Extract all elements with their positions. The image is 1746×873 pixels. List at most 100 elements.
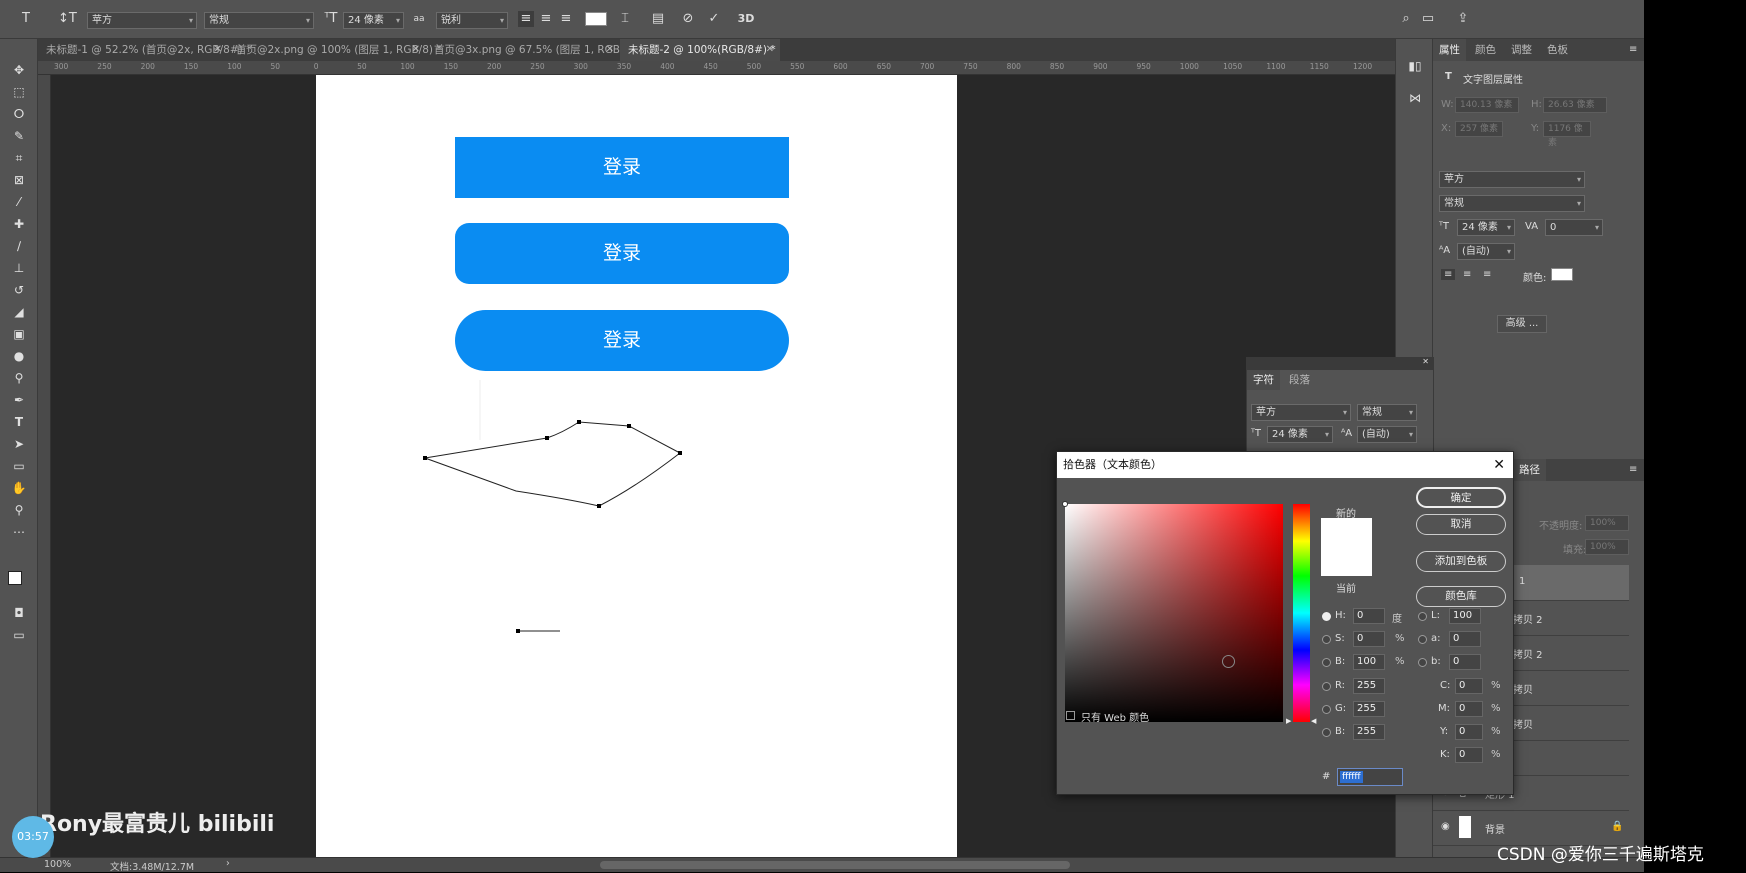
pen-tool-icon[interactable]: ✒ bbox=[9, 391, 29, 409]
close-icon[interactable]: ✕ bbox=[214, 39, 222, 61]
brush-tool-icon[interactable]: ∕ bbox=[9, 237, 29, 255]
l-input[interactable]: 100 bbox=[1449, 608, 1481, 624]
zoom-tool-icon[interactable]: ⚲ bbox=[9, 501, 29, 519]
screen-mode-icon[interactable]: ▭ bbox=[9, 626, 29, 644]
font-style-select[interactable]: 常规 ▾ bbox=[204, 12, 314, 29]
close-icon[interactable]: ✕ bbox=[1422, 357, 1429, 366]
tracking-select[interactable]: 0 ▾ bbox=[1545, 219, 1603, 236]
prop-color-swatch[interactable] bbox=[1551, 268, 1573, 281]
tab-color[interactable]: 颜色 bbox=[1469, 39, 1502, 61]
b-radio[interactable] bbox=[1322, 658, 1331, 667]
eye-icon[interactable]: ◉ bbox=[1441, 821, 1450, 832]
align-left-icon[interactable]: ≡ bbox=[518, 11, 534, 27]
align-center-icon[interactable]: ≡ bbox=[538, 11, 554, 27]
cancel-button[interactable]: 取消 bbox=[1416, 514, 1506, 535]
hue-slider-right-arrow[interactable]: ◀ bbox=[1311, 717, 1316, 725]
y-input[interactable]: 0 bbox=[1455, 724, 1483, 740]
web-only-checkbox[interactable] bbox=[1066, 711, 1075, 720]
lasso-tool-icon[interactable]: ⵔ bbox=[9, 105, 29, 123]
text-orientation-icon[interactable]: ↕T bbox=[58, 11, 77, 27]
prop-font-style-select[interactable]: 常规 ▾ bbox=[1439, 195, 1585, 212]
anchor-point[interactable] bbox=[627, 424, 631, 428]
search-icon[interactable]: ⌕ bbox=[1398, 11, 1414, 27]
path-select-tool-icon[interactable]: ➤ bbox=[9, 435, 29, 453]
anchor-point[interactable] bbox=[545, 436, 549, 440]
tab-doc-3[interactable]: 首页@3x.png @ 67.5% (图层 1, RGB/8) ✕ bbox=[426, 39, 634, 61]
x-field[interactable]: 257 像素 bbox=[1455, 121, 1503, 137]
hex-input[interactable]: ffffff bbox=[1337, 768, 1403, 786]
anchor-point[interactable] bbox=[516, 629, 520, 633]
antialias-select[interactable]: 锐利 ▾ bbox=[436, 12, 508, 29]
tab-doc-4[interactable]: 未标题-2 @ 100%(RGB/8#) * ✕ bbox=[620, 39, 780, 61]
chevron-right-icon[interactable]: › bbox=[226, 858, 230, 869]
rectangle-tool-icon[interactable]: ▭ bbox=[9, 457, 29, 475]
m-input[interactable]: 0 bbox=[1455, 701, 1483, 717]
eyedropper-tool-icon[interactable]: ⁄ bbox=[9, 193, 29, 211]
char-panel-icon[interactable]: ▤ bbox=[650, 11, 666, 27]
text-tool-icon[interactable]: T bbox=[18, 11, 34, 27]
history-panel-icon[interactable]: ▮▯ bbox=[1405, 57, 1425, 75]
l-radio[interactable] bbox=[1418, 612, 1427, 621]
char-font-family-select[interactable]: 苹方 ▾ bbox=[1251, 404, 1351, 421]
y-field[interactable]: 1176 像素 bbox=[1543, 121, 1591, 148]
tab-doc-1[interactable]: 未标题-1 @ 52.2% (首页@2x, RGB/8#) * ✕ bbox=[38, 39, 251, 61]
fill-field[interactable]: 100% bbox=[1585, 539, 1629, 555]
tab-swatches[interactable]: 色板 bbox=[1541, 39, 1574, 61]
text-color-swatch[interactable] bbox=[585, 12, 607, 26]
prop-align-left-icon[interactable]: ≡ bbox=[1441, 269, 1456, 280]
current-color-swatch[interactable] bbox=[1321, 547, 1372, 576]
stamp-tool-icon[interactable]: ⊥ bbox=[9, 259, 29, 277]
marquee-tool-icon[interactable]: ⬚ bbox=[9, 83, 29, 101]
font-family-select[interactable]: 苹方 ▾ bbox=[87, 12, 197, 29]
more-tools-icon[interactable]: ⋯ bbox=[9, 523, 29, 541]
work-path[interactable] bbox=[423, 421, 681, 507]
anchor-point[interactable] bbox=[678, 451, 682, 455]
frame-tool-icon[interactable]: ⊠ bbox=[9, 171, 29, 189]
panel-menu-icon[interactable]: ≡ bbox=[1629, 44, 1637, 55]
gradient-tool-icon[interactable]: ▣ bbox=[9, 325, 29, 343]
add-to-swatches-button[interactable]: 添加到色板 bbox=[1416, 551, 1506, 572]
r-radio[interactable] bbox=[1322, 682, 1331, 691]
close-icon[interactable]: ✕ bbox=[606, 39, 614, 61]
h-radio[interactable] bbox=[1322, 612, 1331, 621]
s-input[interactable]: 0 bbox=[1353, 631, 1385, 647]
hand-tool-icon[interactable]: ✋ bbox=[9, 479, 29, 497]
anchor-point[interactable] bbox=[423, 456, 427, 460]
leading-select[interactable]: (自动) ▾ bbox=[1457, 243, 1515, 260]
blue-input[interactable]: 255 bbox=[1353, 724, 1385, 740]
close-icon[interactable]: ✕ bbox=[412, 39, 420, 61]
warp-text-icon[interactable]: ⌶ bbox=[617, 11, 633, 27]
tab-doc-2[interactable]: 首页@2x.png @ 100% (图层 1, RGB/8) * ✕ bbox=[228, 39, 442, 61]
commit-check-icon[interactable]: ✓ bbox=[706, 11, 722, 27]
char-font-size-select[interactable]: 24 像素 ▾ bbox=[1267, 426, 1333, 443]
prop-font-size-select[interactable]: 24 像素 ▾ bbox=[1457, 219, 1515, 236]
g-input[interactable]: 255 bbox=[1353, 701, 1385, 717]
tab-adjustments[interactable]: 调整 bbox=[1505, 39, 1538, 61]
g-radio[interactable] bbox=[1322, 705, 1331, 714]
lab-b-radio[interactable] bbox=[1418, 658, 1427, 667]
share-icon[interactable]: ⇪ bbox=[1455, 11, 1471, 27]
opacity-field[interactable]: 100% bbox=[1585, 515, 1629, 531]
a-input[interactable]: 0 bbox=[1449, 631, 1481, 647]
move-tool-icon[interactable]: ✥ bbox=[9, 61, 29, 79]
close-icon[interactable]: ✕ bbox=[766, 39, 774, 61]
workspace-icon[interactable]: ▭ bbox=[1420, 11, 1436, 27]
advanced-button[interactable]: 高级 ... bbox=[1497, 315, 1547, 333]
cancel-icon[interactable]: ⊘ bbox=[680, 11, 696, 27]
c-input[interactable]: 0 bbox=[1455, 678, 1483, 694]
panel-header[interactable]: ✕ bbox=[1247, 357, 1433, 370]
tab-paragraph[interactable]: 段落 bbox=[1283, 370, 1316, 390]
k-input[interactable]: 0 bbox=[1455, 747, 1483, 763]
color-library-button[interactable]: 颜色库 bbox=[1416, 586, 1506, 607]
align-right-icon[interactable]: ≡ bbox=[558, 11, 574, 27]
quick-mask-icon[interactable]: ◘ bbox=[9, 604, 29, 622]
type-tool-icon[interactable]: T bbox=[9, 413, 29, 431]
history-brush-tool-icon[interactable]: ↺ bbox=[9, 281, 29, 299]
close-icon[interactable]: ✕ bbox=[1493, 452, 1505, 478]
hue-slider-left-arrow[interactable]: ▶ bbox=[1286, 717, 1291, 725]
char-font-style-select[interactable]: 常规 ▾ bbox=[1357, 404, 1417, 421]
dodge-tool-icon[interactable]: ⚲ bbox=[9, 369, 29, 387]
tab-properties[interactable]: 属性 bbox=[1433, 39, 1466, 61]
crop-tool-icon[interactable]: ⌗ bbox=[9, 149, 29, 167]
foreground-color-swatch[interactable] bbox=[8, 571, 22, 585]
